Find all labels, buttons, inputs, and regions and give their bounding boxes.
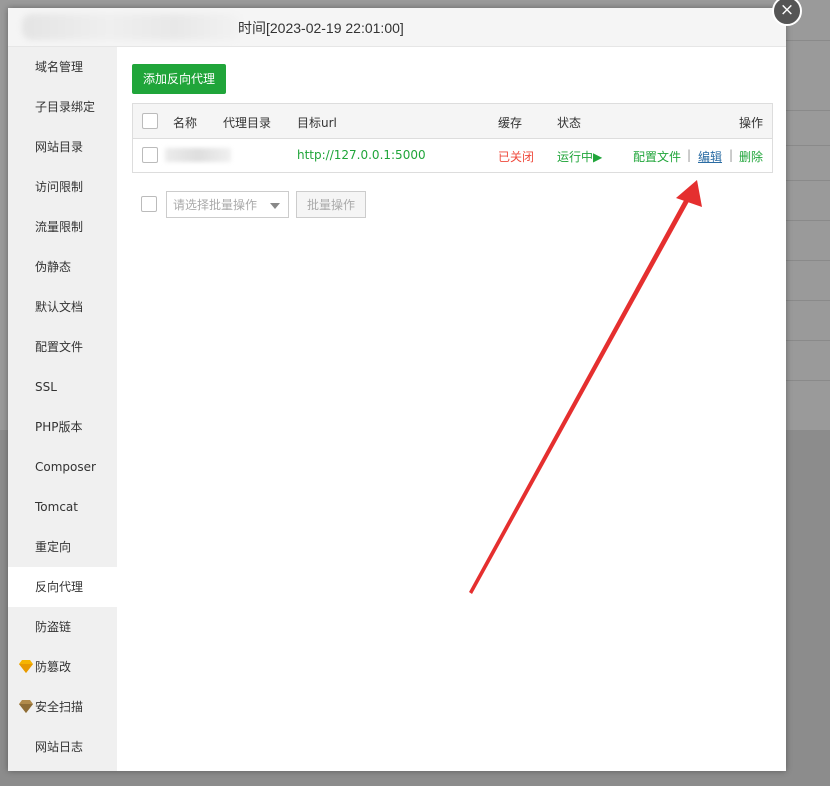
sidebar-item-label: Composer <box>35 460 96 474</box>
sidebar-item-label: 域名管理 <box>35 60 84 74</box>
sidebar-item-label: 防篡改 <box>35 660 72 674</box>
target-url-value: http://127.0.0.1:5000 <box>297 148 426 162</box>
select-all-checkbox[interactable] <box>142 113 158 129</box>
batch-operation-button[interactable]: 批量操作 <box>296 191 366 218</box>
sidebar-item-label: 防盗链 <box>35 620 72 634</box>
background-divider <box>786 110 830 111</box>
background-divider <box>786 340 830 341</box>
column-header-cache: 缓存 <box>498 116 523 130</box>
sidebar-item-security-scan[interactable]: 安全扫描 <box>8 687 117 727</box>
column-header-proxy-dir: 代理目录 <box>223 116 272 130</box>
table-row: http://127.0.0.1:5000 已关闭 运行中▶ 配置文件 | 编辑… <box>133 139 772 172</box>
edit-link[interactable]: 编辑 <box>698 148 722 165</box>
sidebar-item-domain[interactable]: 域名管理 <box>8 47 117 87</box>
background-divider <box>786 260 830 261</box>
background-divider <box>786 220 830 221</box>
run-status[interactable]: 运行中▶ <box>557 148 602 165</box>
sidebar-item-config-file[interactable]: 配置文件 <box>8 327 117 367</box>
column-header-target-url: 目标url <box>297 116 337 130</box>
redacted-site-name <box>22 14 240 40</box>
sidebar-item-redirect[interactable]: 重定向 <box>8 527 117 567</box>
sidebar-item-label: 子目录绑定 <box>35 100 96 114</box>
proxy-table: 名称 代理目录 目标url 缓存 状态 操作 http://127.0.0.1:… <box>132 103 773 173</box>
background-divider <box>786 145 830 146</box>
batch-operation-select[interactable]: 请选择批量操作 <box>166 191 289 218</box>
redacted-proxy-name <box>165 148 231 162</box>
sidebar-item-label: 网站目录 <box>35 140 84 154</box>
background-divider <box>786 380 830 381</box>
sidebar-item-traffic-limit[interactable]: 流量限制 <box>8 207 117 247</box>
add-reverse-proxy-button[interactable]: 添加反向代理 <box>132 64 226 94</box>
sidebar-item-label: 重定向 <box>35 540 72 554</box>
action-separator: | <box>729 148 734 162</box>
sidebar-item-label: SSL <box>35 380 57 394</box>
batch-select-checkbox[interactable] <box>141 196 157 212</box>
gem-icon <box>19 660 33 673</box>
dialog-header: 时间[2023-02-19 22:01:00] <box>8 8 786 47</box>
sidebar-item-label: 网站日志 <box>35 740 84 754</box>
sidebar-item-reverse-proxy[interactable]: 反向代理 <box>8 567 117 607</box>
sidebar-item-subdir-binding[interactable]: 子目录绑定 <box>8 87 117 127</box>
chevron-down-icon <box>270 203 280 209</box>
background-divider <box>786 300 830 301</box>
config-file-link[interactable]: 配置文件 <box>633 148 681 165</box>
action-separator: | <box>687 148 692 162</box>
cache-status[interactable]: 已关闭 <box>498 148 534 165</box>
sidebar-item-hotlink-protection[interactable]: 防盗链 <box>8 607 117 647</box>
sidebar-item-ssl[interactable]: SSL <box>8 367 117 407</box>
delete-link[interactable]: 删除 <box>739 148 763 165</box>
sidebar-item-php-version[interactable]: PHP版本 <box>8 407 117 447</box>
sidebar-item-access-limit[interactable]: 访问限制 <box>8 167 117 207</box>
sidebar-item-tamper-protection[interactable]: 防篡改 <box>8 647 117 687</box>
table-header: 名称 代理目录 目标url 缓存 状态 操作 <box>133 104 772 139</box>
sidebar-item-rewrite[interactable]: 伪静态 <box>8 247 117 287</box>
sidebar-item-label: PHP版本 <box>35 420 83 434</box>
background-divider <box>786 180 830 181</box>
sidebar-item-label: 默认文档 <box>35 300 84 314</box>
sidebar-item-label: 访问限制 <box>35 180 84 194</box>
batch-select-placeholder: 请选择批量操作 <box>173 198 258 212</box>
sidebar-item-tomcat[interactable]: Tomcat <box>8 487 117 527</box>
column-header-name: 名称 <box>173 116 198 130</box>
sidebar-item-default-doc[interactable]: 默认文档 <box>8 287 117 327</box>
sidebar-item-site-logs[interactable]: 网站日志 <box>8 727 117 767</box>
site-settings-dialog: 时间[2023-02-19 22:01:00] × 域名管理 子目录绑定 网站目… <box>8 0 802 771</box>
column-header-status: 状态 <box>557 116 582 130</box>
sidebar-item-site-directory[interactable]: 网站目录 <box>8 127 117 167</box>
sidebar-item-label: Tomcat <box>35 500 78 514</box>
row-checkbox[interactable] <box>142 147 158 163</box>
gem-icon <box>19 700 33 713</box>
sidebar-item-label: 反向代理 <box>35 580 84 594</box>
sidebar-item-label: 安全扫描 <box>35 700 84 714</box>
sidebar-item-composer[interactable]: Composer <box>8 447 117 487</box>
sidebar-item-label: 配置文件 <box>35 340 84 354</box>
settings-sidebar: 域名管理 子目录绑定 网站目录 访问限制 流量限制 伪静态 默认文档 配置文件 … <box>8 47 117 771</box>
background-divider <box>786 40 830 41</box>
dialog-title: 时间[2023-02-19 22:01:00] <box>238 20 404 36</box>
sidebar-item-label: 流量限制 <box>35 220 84 234</box>
sidebar-item-label: 伪静态 <box>35 260 72 274</box>
column-header-actions: 操作 <box>739 116 764 130</box>
